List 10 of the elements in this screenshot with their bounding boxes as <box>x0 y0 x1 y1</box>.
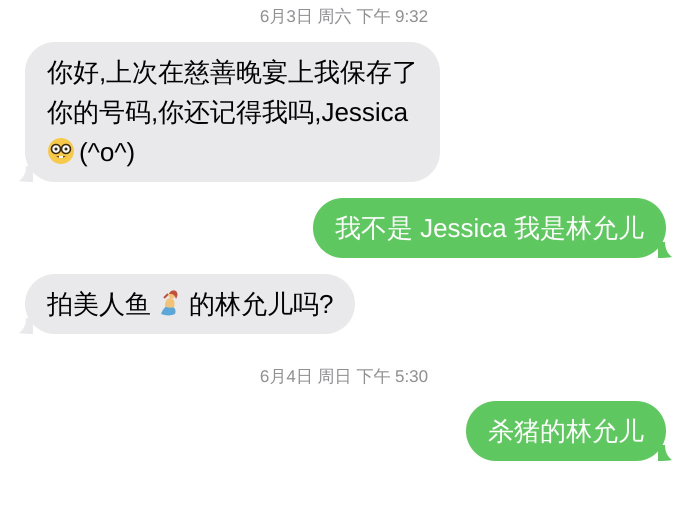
message-text: 拍美人鱼 <box>47 288 151 318</box>
message-text: 杀猪的林允儿 <box>488 416 644 446</box>
message-text: 你的号码,你还记得我吗,Jessica <box>47 96 408 126</box>
message-text: (^o^) <box>79 136 136 166</box>
nerd-face-emoji-icon <box>47 136 75 164</box>
message-text: 你好,上次在慈善晚宴上我保存了 <box>47 56 418 86</box>
message-text: 的林允儿吗? <box>189 288 334 318</box>
timestamp: 6月4日 周日 下午 5:30 <box>260 366 428 388</box>
timestamp: 6月3日 周六 下午 9:32 <box>260 6 428 28</box>
message-text: 我不是 Jessica 我是林允儿 <box>334 212 644 242</box>
